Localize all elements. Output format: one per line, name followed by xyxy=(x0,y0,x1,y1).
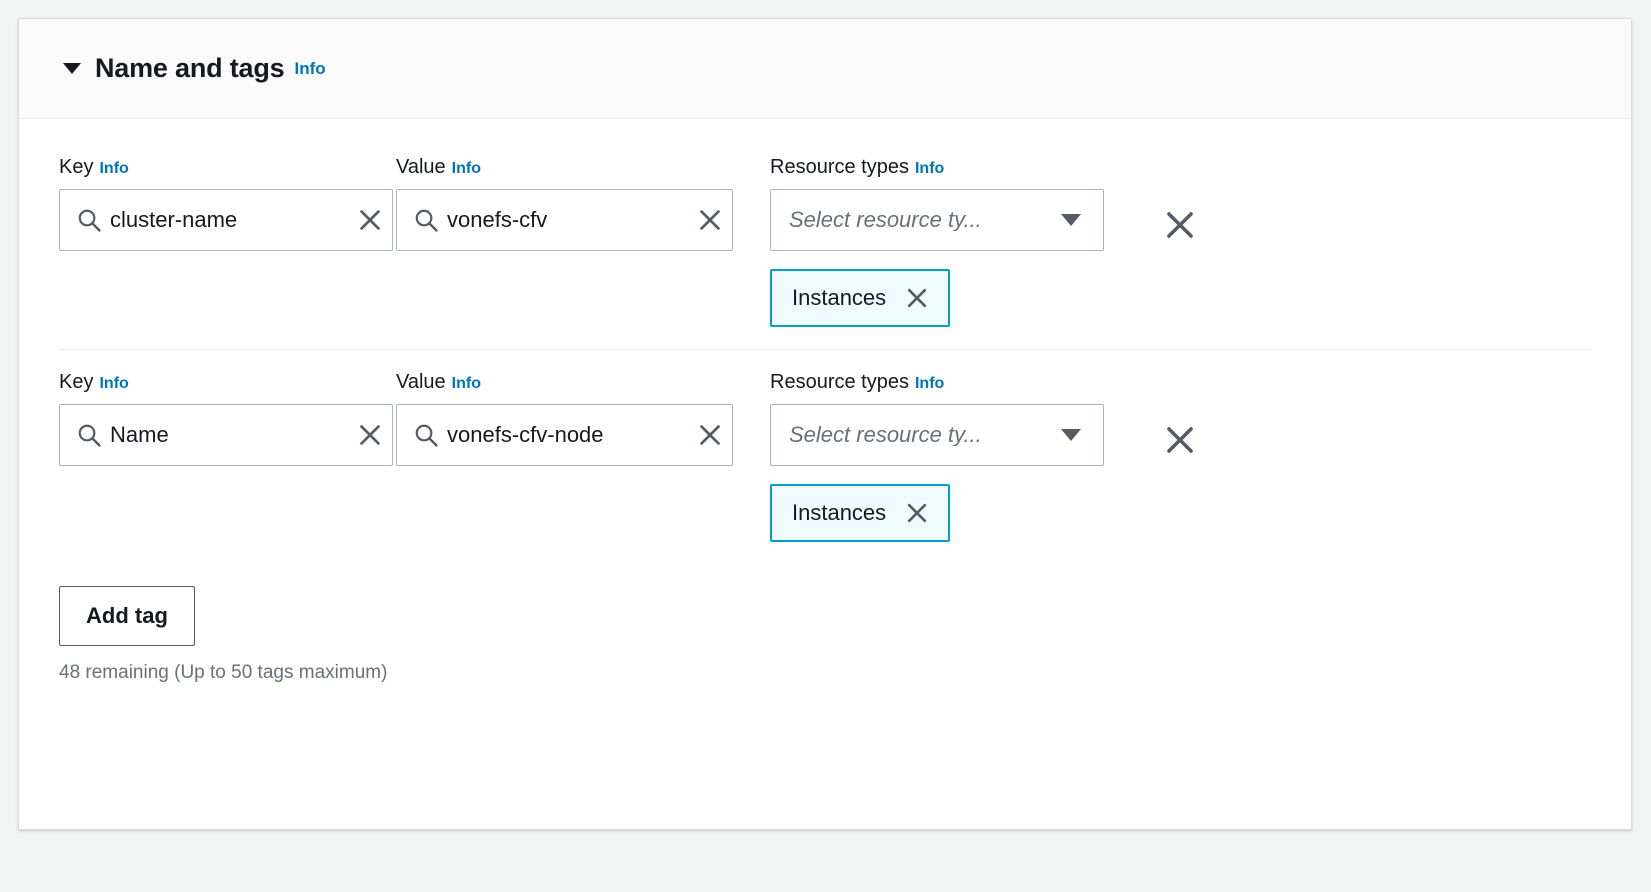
close-icon xyxy=(1167,427,1193,453)
chevron-down-icon xyxy=(1061,429,1081,441)
key-label-text: Key xyxy=(59,156,94,178)
add-tag-group: Add tag 48 remaining (Up to 50 tags maxi… xyxy=(59,586,1591,685)
value-info-link[interactable]: Info xyxy=(452,160,481,177)
close-icon xyxy=(908,288,927,308)
resource-types-field-group: Resource types Info Select resource ty...… xyxy=(770,157,1132,327)
resource-types-placeholder: Select resource ty... xyxy=(789,424,982,446)
key-label-text: Key xyxy=(59,371,94,393)
value-input[interactable]: vonefs-cfv-node xyxy=(396,404,733,466)
close-icon xyxy=(700,210,720,230)
page-title: Name and tags xyxy=(95,53,285,83)
caret-down-icon xyxy=(63,63,81,74)
tag-row-remove-group xyxy=(1154,157,1206,251)
tag-row: Key Info Name Value Info vonefs-cfv-node… xyxy=(59,372,1591,542)
key-field-group: Key Info cluster-name xyxy=(59,157,396,251)
key-clear-button[interactable] xyxy=(348,405,392,465)
key-input[interactable]: cluster-name xyxy=(59,189,393,251)
value-clear-button[interactable] xyxy=(688,405,732,465)
close-icon xyxy=(360,210,380,230)
key-input-value: Name xyxy=(110,424,169,446)
resource-type-token-label: Instances xyxy=(792,500,887,525)
resource-types-label-text: Resource types xyxy=(770,371,909,393)
key-info-link[interactable]: Info xyxy=(99,160,128,177)
value-label-text: Value xyxy=(396,156,446,178)
resource-type-token[interactable]: Instances xyxy=(770,269,951,327)
chevron-down-icon xyxy=(1061,214,1081,226)
key-input-value: cluster-name xyxy=(110,209,238,231)
resource-types-placeholder: Select resource ty... xyxy=(789,209,982,231)
search-icon xyxy=(415,424,438,447)
value-label: Value Info xyxy=(396,157,770,177)
value-field-group: Value Info vonefs-cfv-node xyxy=(396,372,770,466)
search-icon xyxy=(415,209,438,232)
resource-types-label-text: Resource types xyxy=(770,156,909,178)
value-info-link[interactable]: Info xyxy=(452,375,481,392)
tags-remaining-text: 48 remaining (Up to 50 tags maximum) xyxy=(59,662,388,683)
resource-type-token[interactable]: Instances xyxy=(770,484,951,542)
key-info-link[interactable]: Info xyxy=(99,375,128,392)
close-icon xyxy=(700,425,720,445)
value-clear-button[interactable] xyxy=(688,190,732,250)
tag-row: Key Info cluster-name Value Info vonefs-… xyxy=(59,157,1591,327)
close-icon xyxy=(1167,212,1193,238)
resource-types-select[interactable]: Select resource ty... xyxy=(770,404,1104,466)
page-root: Name and tags Info Key Info cluster-name xyxy=(0,0,1651,892)
tag-row-divider xyxy=(59,349,1591,350)
key-input[interactable]: Name xyxy=(59,404,393,466)
tag-row-remove-group xyxy=(1154,372,1206,466)
value-label: Value Info xyxy=(396,372,770,392)
resource-types-info-link[interactable]: Info xyxy=(915,160,944,177)
key-clear-button[interactable] xyxy=(348,190,392,250)
value-field-group: Value Info vonefs-cfv xyxy=(396,157,770,251)
resource-types-select[interactable]: Select resource ty... xyxy=(770,189,1104,251)
search-icon xyxy=(78,424,101,447)
value-input[interactable]: vonefs-cfv xyxy=(396,189,733,251)
close-icon xyxy=(360,425,380,445)
search-icon xyxy=(78,209,101,232)
resource-types-info-link[interactable]: Info xyxy=(915,375,944,392)
resource-types-field-group: Resource types Info Select resource ty...… xyxy=(770,372,1132,542)
value-input-value: vonefs-cfv-node xyxy=(447,424,604,446)
remove-tag-row-button[interactable] xyxy=(1154,414,1206,466)
key-field-group: Key Info Name xyxy=(59,372,396,466)
resource-types-label: Resource types Info xyxy=(770,372,1132,392)
name-and-tags-panel: Name and tags Info Key Info cluster-name xyxy=(18,18,1632,830)
resource-type-token-remove-button[interactable] xyxy=(900,281,934,315)
panel-info-link[interactable]: Info xyxy=(294,59,325,79)
close-icon xyxy=(908,503,927,523)
panel-body: Key Info cluster-name Value Info vonefs-… xyxy=(19,119,1631,829)
resource-type-token-remove-button[interactable] xyxy=(900,496,934,530)
panel-expand-toggle[interactable] xyxy=(59,56,85,82)
remove-tag-row-button[interactable] xyxy=(1154,199,1206,251)
add-tag-button[interactable]: Add tag xyxy=(59,586,195,646)
value-input-value: vonefs-cfv xyxy=(447,209,548,231)
resource-type-token-label: Instances xyxy=(792,285,887,310)
value-label-text: Value xyxy=(396,371,446,393)
resource-types-label: Resource types Info xyxy=(770,157,1132,177)
key-label: Key Info xyxy=(59,372,396,392)
panel-header: Name and tags Info xyxy=(19,19,1631,119)
key-label: Key Info xyxy=(59,157,396,177)
